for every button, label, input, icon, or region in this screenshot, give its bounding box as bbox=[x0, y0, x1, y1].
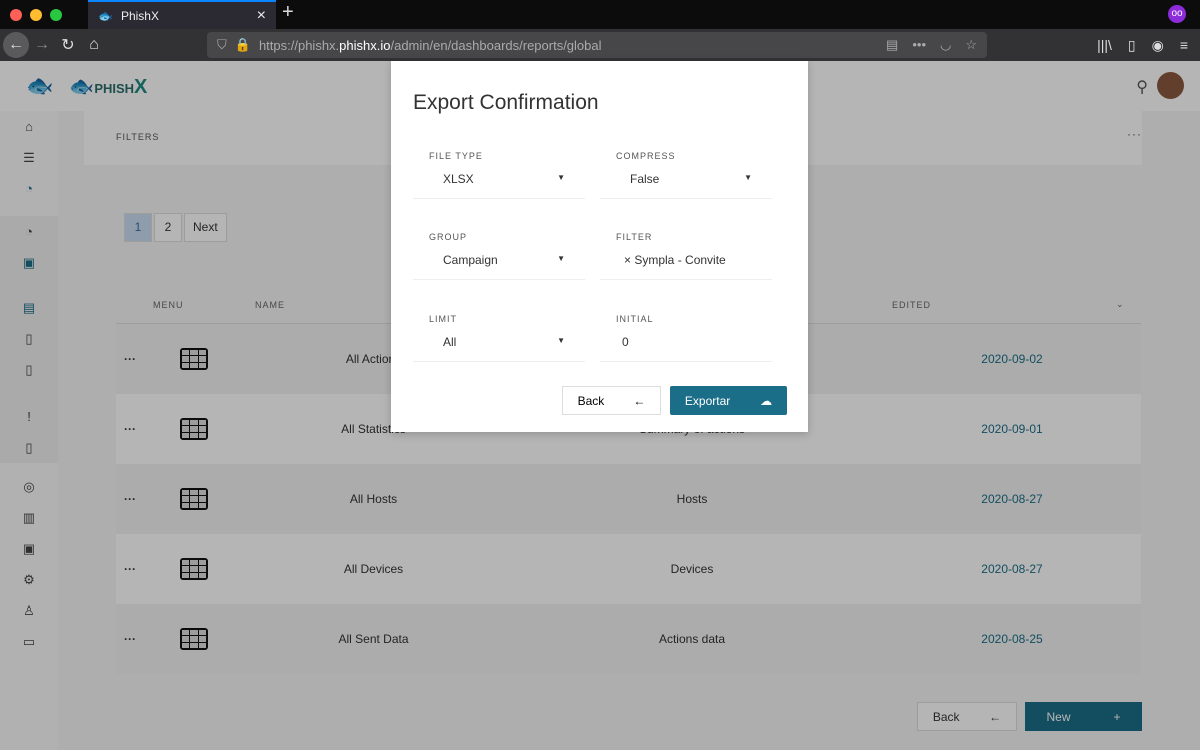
maximize-window-button[interactable] bbox=[50, 8, 62, 21]
shield-icon: ⛉ bbox=[217, 37, 227, 52]
browser-toolbar: ← → ↻ ⌂ ⛉ 🔒 https://phishx.phishx.io/admi… bbox=[0, 29, 1200, 61]
close-tab-icon[interactable]: × bbox=[257, 7, 266, 25]
filter-field[interactable]: FILTER × Sympla - Convite bbox=[600, 212, 772, 280]
dialog-title: Export Confirmation bbox=[413, 91, 599, 114]
forward-arrow-icon[interactable]: → bbox=[29, 36, 55, 54]
group-field[interactable]: GROUP Campaign ▼ bbox=[413, 212, 585, 280]
reload-icon[interactable]: ↻ bbox=[55, 35, 81, 55]
private-browsing-icon: oo bbox=[1168, 5, 1186, 23]
caret-down-icon[interactable]: ▼ bbox=[557, 254, 565, 263]
cloud-upload-icon: ☁ bbox=[760, 393, 773, 408]
caret-down-icon[interactable]: ▼ bbox=[557, 336, 565, 345]
account-icon[interactable]: ◉ bbox=[1152, 37, 1164, 54]
minimize-window-button[interactable] bbox=[30, 8, 42, 21]
export-confirmation-dialog: Export Confirmation FILE TYPE XLSX ▼ COMPRE… bbox=[391, 61, 808, 432]
reader-icon[interactable]: ▤ bbox=[886, 37, 898, 53]
lock-icon: 🔒 bbox=[234, 37, 251, 52]
fish-logo-icon: 🐟 bbox=[98, 8, 113, 23]
caret-down-icon[interactable]: ▼ bbox=[744, 173, 752, 182]
more-icon[interactable]: ••• bbox=[912, 37, 926, 53]
close-window-button[interactable] bbox=[10, 8, 22, 21]
home-icon[interactable]: ⌂ bbox=[81, 36, 107, 54]
back-arrow-icon[interactable]: ← bbox=[3, 32, 29, 58]
caret-down-icon[interactable]: ▼ bbox=[557, 173, 565, 182]
url-bar[interactable]: ⛉ 🔒 https://phishx.phishx.io/admin/en/das… bbox=[207, 32, 987, 58]
file-type-field[interactable]: FILE TYPE XLSX ▼ bbox=[413, 131, 585, 199]
browser-tabbar: 🐟 PhishX × + oo bbox=[0, 0, 1200, 29]
pocket-icon[interactable]: ◡ bbox=[940, 37, 951, 53]
new-tab-button[interactable]: + bbox=[282, 1, 294, 24]
menu-icon[interactable]: ≡ bbox=[1180, 37, 1188, 54]
library-icon[interactable]: |||\ bbox=[1097, 37, 1112, 54]
compress-field[interactable]: COMPRESS False ▼ bbox=[600, 131, 772, 199]
sidebar-icon[interactable]: ▯ bbox=[1128, 37, 1136, 54]
limit-field[interactable]: LIMIT All ▼ bbox=[413, 294, 585, 362]
initial-field[interactable]: INITIAL 0 bbox=[600, 294, 772, 362]
dialog-back-button[interactable]: Back ← bbox=[562, 386, 661, 415]
arrow-left-icon: ← bbox=[633, 393, 646, 408]
export-button[interactable]: Exportar ☁ bbox=[670, 386, 787, 415]
browser-tab[interactable]: 🐟 PhishX × bbox=[88, 0, 276, 29]
star-icon[interactable]: ☆ bbox=[965, 37, 977, 53]
remove-tag-icon[interactable]: × bbox=[624, 253, 634, 267]
